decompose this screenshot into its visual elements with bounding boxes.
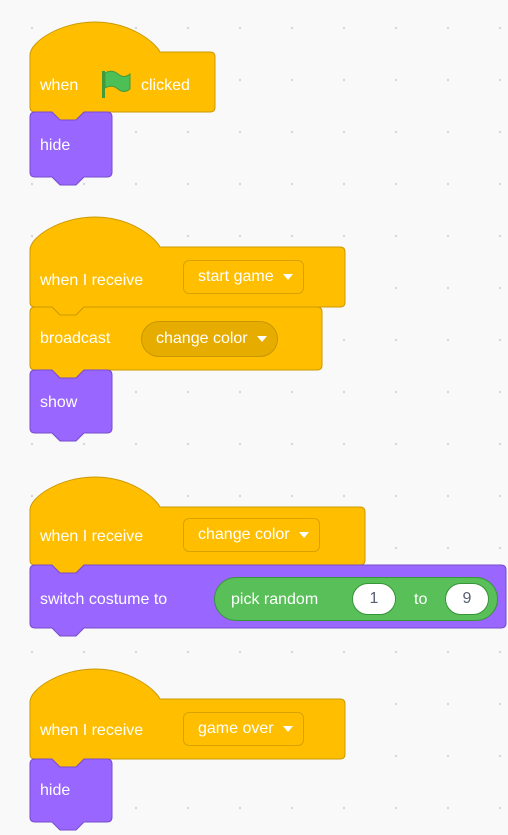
message-dropdown-game-over[interactable]: game over	[183, 712, 304, 746]
hat-receive-label: when I receive	[40, 722, 144, 739]
script-4-shapes	[29, 668, 346, 831]
scripts-canvas[interactable]: when clicked hide when I receive start g…	[0, 0, 508, 835]
hide-block-label[interactable]: hide	[40, 781, 70, 801]
dropdown-caret-icon	[282, 726, 293, 732]
dropdown-value: game over	[198, 720, 274, 737]
